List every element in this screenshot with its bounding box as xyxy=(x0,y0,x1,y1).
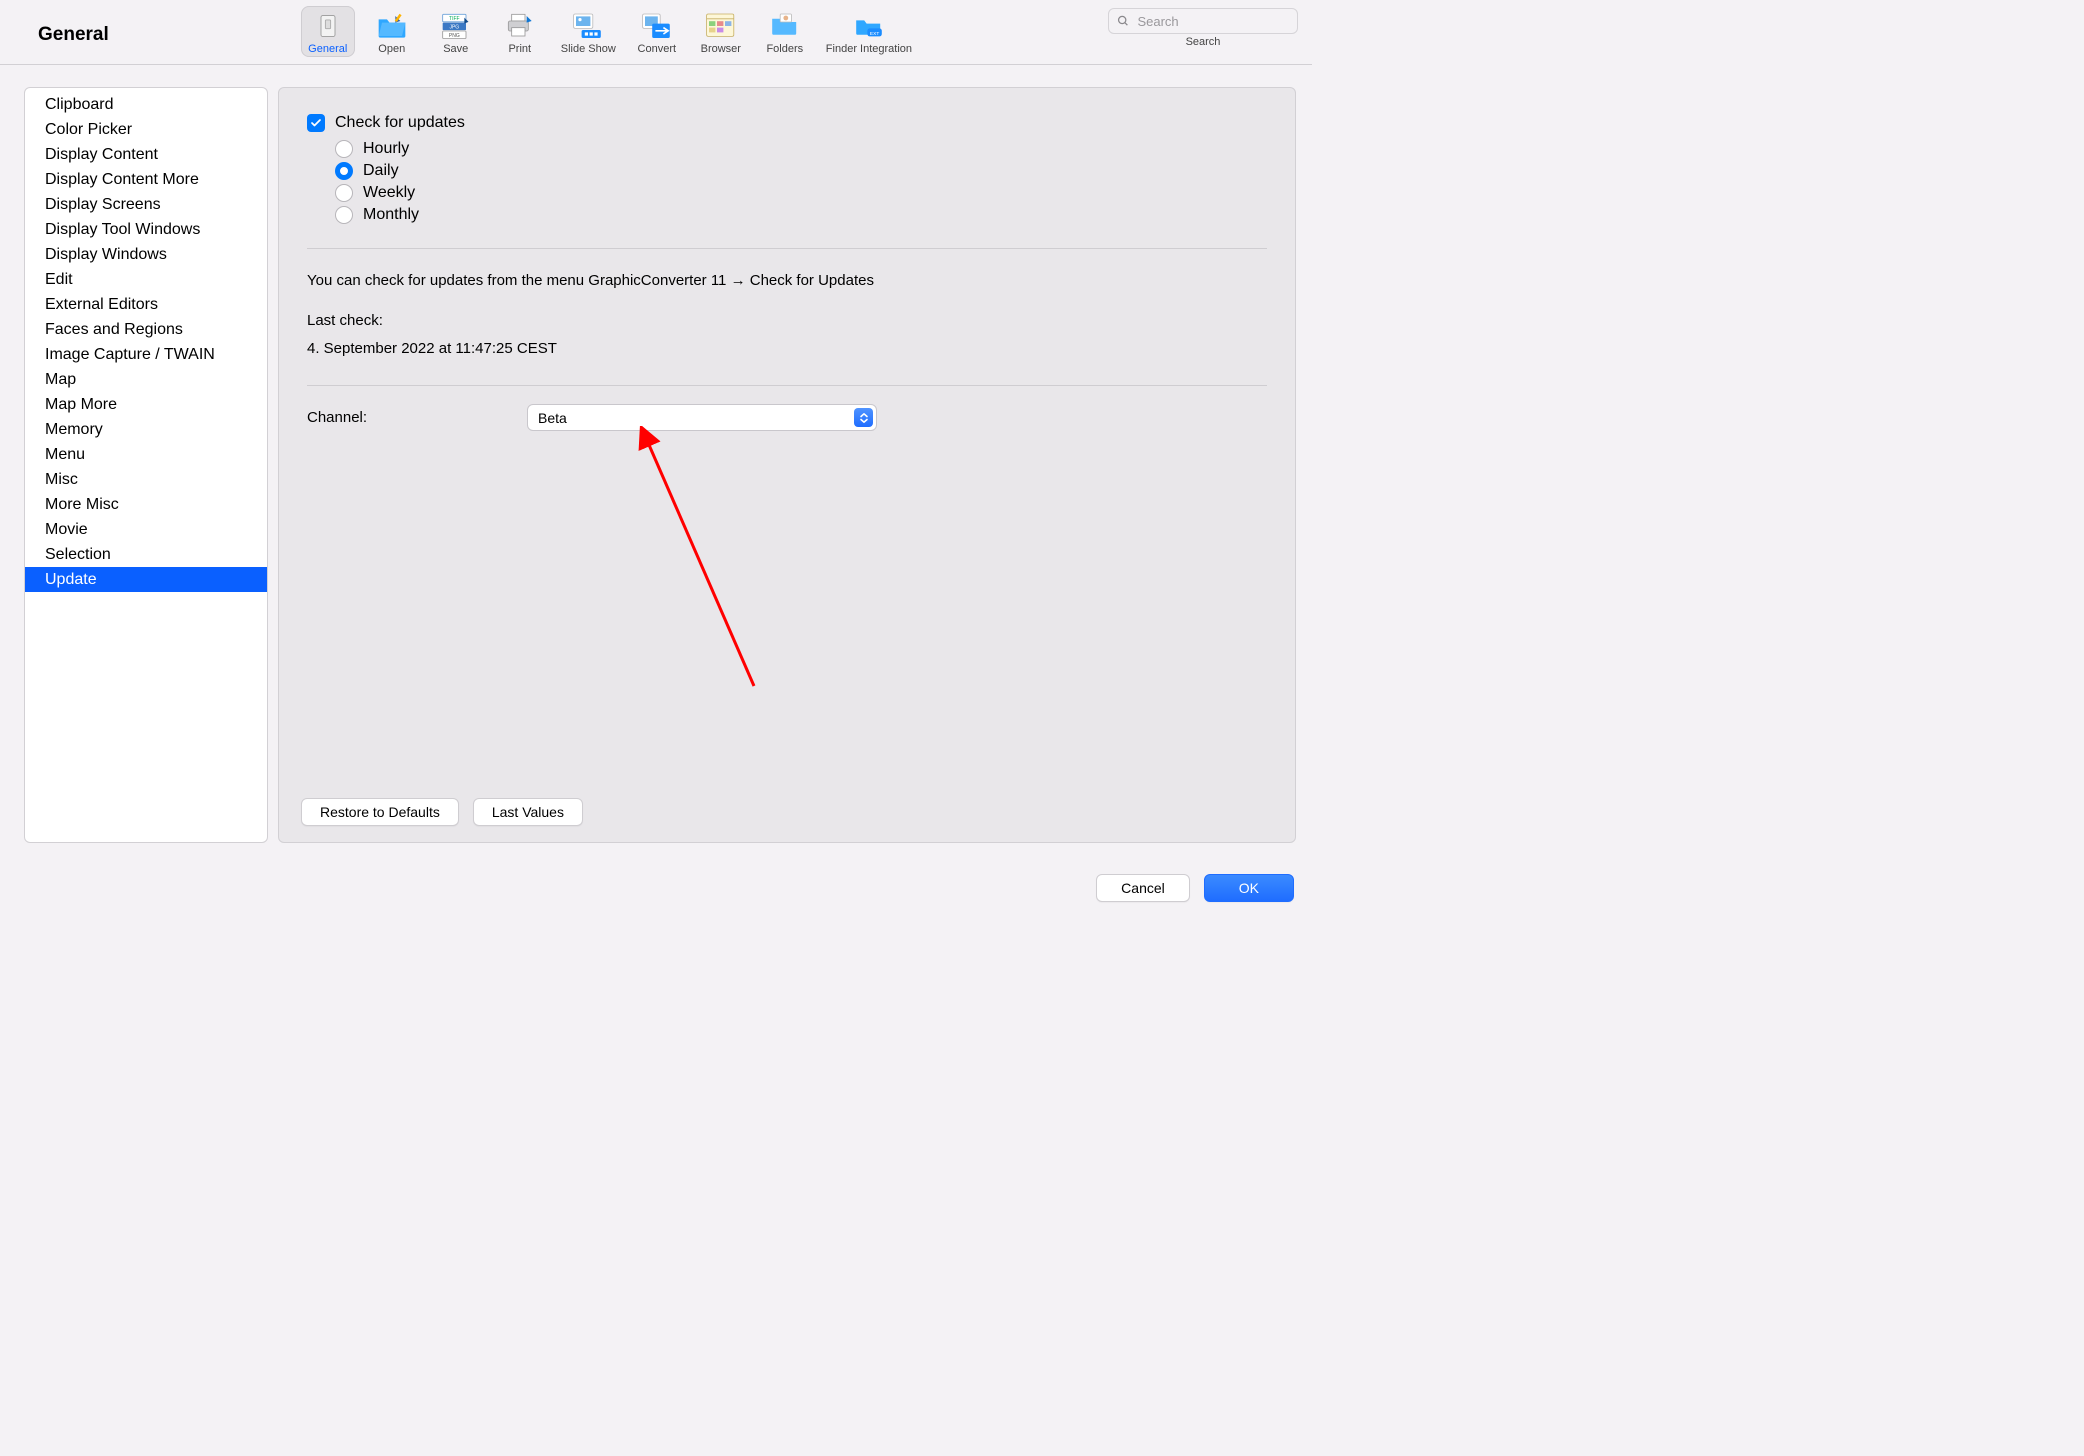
sidebar-item-faces-and-regions[interactable]: Faces and Regions xyxy=(25,317,267,342)
tab-label: General xyxy=(308,43,347,55)
tab-label: Browser xyxy=(701,43,741,55)
restore-defaults-button[interactable]: Restore to Defaults xyxy=(301,798,459,826)
page-title: General xyxy=(14,4,109,46)
tab-folders[interactable]: Folders xyxy=(758,6,812,57)
tab-convert[interactable]: Convert xyxy=(630,6,684,57)
sidebar-item-map[interactable]: Map xyxy=(25,367,267,392)
svg-text:EXT: EXT xyxy=(870,31,879,37)
save-icon: TIFF JPG PNG xyxy=(440,10,472,42)
slideshow-icon xyxy=(572,10,604,42)
sidebar-item-display-content-more[interactable]: Display Content More xyxy=(25,167,267,192)
body: ClipboardColor PickerDisplay ContentDisp… xyxy=(0,65,1312,847)
frequency-option-monthly[interactable]: Monthly xyxy=(335,204,1267,226)
finder-icon: EXT xyxy=(853,10,885,42)
last-check-value: 4. September 2022 at 11:47:25 CEST xyxy=(307,335,1267,363)
radio-label: Hourly xyxy=(363,140,409,158)
sidebar-item-external-editors[interactable]: External Editors xyxy=(25,292,267,317)
convert-icon xyxy=(641,10,673,42)
main-panel: Check for updates Hourly Daily Weekly Month… xyxy=(278,87,1296,843)
search-label: Search xyxy=(1186,36,1221,48)
update-frequency-group: Hourly Daily Weekly Monthly xyxy=(335,138,1267,226)
radio-icon xyxy=(335,184,353,202)
open-icon xyxy=(376,10,408,42)
sidebar-item-clipboard[interactable]: Clipboard xyxy=(25,92,267,117)
general-icon xyxy=(312,10,344,42)
separator xyxy=(307,385,1267,386)
sidebar-item-display-screens[interactable]: Display Screens xyxy=(25,192,267,217)
chevron-up-down-icon xyxy=(854,408,873,427)
ok-button[interactable]: OK xyxy=(1204,874,1294,902)
toolbar-tabs: General Open TIFF JPG PNG Save Print Slide Show… xyxy=(109,4,1108,57)
sidebar: ClipboardColor PickerDisplay ContentDisp… xyxy=(24,87,268,843)
cancel-button[interactable]: Cancel xyxy=(1096,874,1190,902)
svg-text:TIFF: TIFF xyxy=(449,16,460,22)
sidebar-item-display-tool-windows[interactable]: Display Tool Windows xyxy=(25,217,267,242)
main-bottom-buttons: Restore to Defaults Last Values xyxy=(301,798,583,826)
check-for-updates-row: Check for updates xyxy=(307,114,1267,132)
sidebar-item-misc[interactable]: Misc xyxy=(25,467,267,492)
tab-label: Finder Integration xyxy=(826,43,912,55)
search-field: Search xyxy=(1108,4,1298,48)
sidebar-item-more-misc[interactable]: More Misc xyxy=(25,492,267,517)
tab-label: Open xyxy=(378,43,405,55)
dialog-footer: Cancel OK xyxy=(1096,874,1294,902)
radio-icon xyxy=(335,162,353,180)
print-icon xyxy=(504,10,536,42)
tab-label: Folders xyxy=(766,43,803,55)
svg-text:PNG: PNG xyxy=(449,33,460,39)
tab-label: Print xyxy=(508,43,531,55)
sidebar-item-update[interactable]: Update xyxy=(25,567,267,592)
tab-finder[interactable]: EXT Finder Integration xyxy=(822,6,916,57)
frequency-option-hourly[interactable]: Hourly xyxy=(335,138,1267,160)
sidebar-item-display-content[interactable]: Display Content xyxy=(25,142,267,167)
tab-browser[interactable]: Browser xyxy=(694,6,748,57)
last-check-label: Last check: xyxy=(307,307,1267,335)
update-hint: You can check for updates from the menu … xyxy=(307,267,1267,295)
tab-save[interactable]: TIFF JPG PNG Save xyxy=(429,6,483,57)
tab-open[interactable]: Open xyxy=(365,6,419,57)
tab-print[interactable]: Print xyxy=(493,6,547,57)
last-values-button[interactable]: Last Values xyxy=(473,798,583,826)
sidebar-item-movie[interactable]: Movie xyxy=(25,517,267,542)
sidebar-item-selection[interactable]: Selection xyxy=(25,542,267,567)
sidebar-item-menu[interactable]: Menu xyxy=(25,442,267,467)
radio-label: Weekly xyxy=(363,184,415,202)
search-input[interactable] xyxy=(1135,13,1289,30)
sidebar-item-map-more[interactable]: Map More xyxy=(25,392,267,417)
browser-icon xyxy=(705,10,737,42)
sidebar-item-display-windows[interactable]: Display Windows xyxy=(25,242,267,267)
radio-icon xyxy=(335,206,353,224)
tab-general[interactable]: General xyxy=(301,6,355,57)
frequency-option-weekly[interactable]: Weekly xyxy=(335,182,1267,204)
annotation-arrow xyxy=(634,426,774,696)
sidebar-item-image-capture-twain[interactable]: Image Capture / TWAIN xyxy=(25,342,267,367)
frequency-option-daily[interactable]: Daily xyxy=(335,160,1267,182)
search-icon xyxy=(1117,14,1129,28)
radio-icon xyxy=(335,140,353,158)
sidebar-item-memory[interactable]: Memory xyxy=(25,417,267,442)
folders-icon xyxy=(769,10,801,42)
tab-slideshow[interactable]: Slide Show xyxy=(557,6,620,57)
toolbar: General General Open TIFF JPG PNG Save Print Sl… xyxy=(0,0,1312,65)
check-for-updates-checkbox[interactable] xyxy=(307,114,325,132)
check-for-updates-label: Check for updates xyxy=(335,114,465,132)
sidebar-item-edit[interactable]: Edit xyxy=(25,267,267,292)
sidebar-item-color-picker[interactable]: Color Picker xyxy=(25,117,267,142)
separator xyxy=(307,248,1267,249)
radio-label: Daily xyxy=(363,162,399,180)
channel-select[interactable]: Beta xyxy=(527,404,877,431)
tab-label: Slide Show xyxy=(561,43,616,55)
channel-row: Channel: Beta xyxy=(307,404,1267,431)
svg-text:JPG: JPG xyxy=(449,25,459,31)
tab-label: Convert xyxy=(638,43,677,55)
search-box[interactable] xyxy=(1108,8,1298,34)
channel-label: Channel: xyxy=(307,409,367,426)
channel-value: Beta xyxy=(538,410,567,426)
tab-label: Save xyxy=(443,43,468,55)
radio-label: Monthly xyxy=(363,206,419,224)
